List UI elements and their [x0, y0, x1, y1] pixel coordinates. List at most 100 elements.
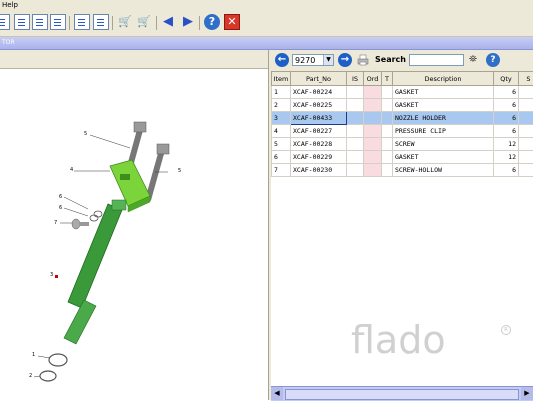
- column-header-t[interactable]: T: [382, 72, 393, 86]
- cart-remove-icon[interactable]: 🛒: [136, 14, 152, 30]
- menu-help[interactable]: Help: [2, 0, 18, 10]
- help-icon[interactable]: ?: [204, 14, 220, 30]
- printer-icon[interactable]: [357, 54, 369, 66]
- cell-description: GASKET: [393, 86, 494, 99]
- cell-is: [347, 112, 364, 125]
- catalog-select-value: 9270: [295, 55, 315, 66]
- callout-label: 5: [178, 168, 181, 174]
- cell-ord[interactable]: [364, 99, 382, 112]
- close-icon[interactable]: ✕: [224, 14, 240, 30]
- toolbar-separator: [199, 16, 200, 30]
- catalog-select[interactable]: 9270 ▼: [292, 54, 334, 66]
- table-row[interactable]: 6 XCAF-00229 GASKET 12: [272, 151, 533, 164]
- column-header-item[interactable]: Item: [272, 72, 291, 86]
- cell-part-no: XCAF-00229: [291, 151, 347, 164]
- cell-s: [519, 112, 533, 125]
- cell-ord[interactable]: [364, 112, 382, 125]
- cell-is: [347, 164, 364, 177]
- cell-item: 6: [272, 151, 291, 164]
- table-row[interactable]: 7 XCAF-00230 SCREW-HOLLOW 6: [272, 164, 533, 177]
- parts-table: Item Part_No IS Ord T Description Qty S …: [271, 71, 533, 177]
- cell-part-no: XCAF-00225: [291, 99, 347, 112]
- table-row[interactable]: 2 XCAF-00225 GASKET 6: [272, 99, 533, 112]
- menu-bar: Help: [0, 0, 533, 10]
- table-row[interactable]: 4 XCAF-00227 PRESSURE CLIP 6: [272, 125, 533, 138]
- cell-description: GASKET: [393, 99, 494, 112]
- cell-qty: 12: [494, 151, 519, 164]
- toolbar-separator: [69, 16, 70, 30]
- cell-s: [519, 86, 533, 99]
- forward-arrow-icon[interactable]: ▶: [180, 14, 196, 30]
- cell-is: [347, 86, 364, 99]
- table-row[interactable]: 1 XCAF-00224 GASKET 6: [272, 86, 533, 99]
- column-header-s[interactable]: S: [519, 72, 533, 86]
- scroll-left-icon[interactable]: ◀: [271, 387, 283, 400]
- checklist-icon[interactable]: [14, 14, 30, 30]
- parts-toolbar: ← 9270 ▼ → Search ⛯ ?: [271, 50, 533, 71]
- cell-ord[interactable]: [364, 164, 382, 177]
- cell-item: 5: [272, 138, 291, 151]
- binoculars-icon[interactable]: ⛯: [466, 53, 480, 67]
- cell-t: [382, 125, 393, 138]
- watermark-logo: flado: [351, 318, 446, 362]
- cell-s: [519, 164, 533, 177]
- cell-part-no: XCAF-00224: [291, 86, 347, 99]
- callout-label: 1: [32, 352, 35, 358]
- cell-is: [347, 125, 364, 138]
- chevron-down-icon[interactable]: ▼: [323, 55, 333, 65]
- next-arrow-icon[interactable]: →: [338, 53, 352, 67]
- cell-is: [347, 151, 364, 164]
- search-input[interactable]: [409, 54, 464, 66]
- cell-qty: 6: [494, 86, 519, 99]
- cell-description: PRESSURE CLIP: [393, 125, 494, 138]
- main-toolbar: 🛒 🛒 ◀ ▶ ? ✕: [0, 10, 533, 37]
- toolbar-separator: [156, 16, 157, 30]
- parts-pane: ← 9270 ▼ → Search ⛯ ? Item Part_No IS Or…: [271, 50, 533, 400]
- cell-ord[interactable]: [364, 125, 382, 138]
- table-row[interactable]: 5 XCAF-00228 SCREW 12: [272, 138, 533, 151]
- document-icon[interactable]: [0, 14, 10, 30]
- key-icon[interactable]: [93, 14, 109, 30]
- cell-item: 4: [272, 125, 291, 138]
- sort-icon[interactable]: [32, 14, 48, 30]
- dropdown-icon[interactable]: [50, 14, 66, 30]
- table-header-row: Item Part_No IS Ord T Description Qty S: [272, 72, 533, 86]
- column-header-is[interactable]: IS: [347, 72, 364, 86]
- search-key-icon[interactable]: [74, 14, 90, 30]
- back-arrow-icon[interactable]: ◀: [160, 14, 176, 30]
- cell-ord[interactable]: [364, 138, 382, 151]
- horizontal-scrollbar[interactable]: ◀ ▶: [271, 386, 533, 401]
- cell-qty: 6: [494, 125, 519, 138]
- prev-arrow-icon[interactable]: ←: [275, 53, 289, 67]
- scroll-right-icon[interactable]: ▶: [521, 387, 533, 400]
- window-title-bar: TOR: [0, 37, 533, 50]
- cell-t: [382, 86, 393, 99]
- cell-description: SCREW: [393, 138, 494, 151]
- gasket-1: [49, 354, 67, 366]
- cell-is: [347, 99, 364, 112]
- cell-t: [382, 138, 393, 151]
- cell-s: [519, 151, 533, 164]
- column-header-ord[interactable]: Ord: [364, 72, 382, 86]
- hollow-screw-7: [72, 219, 89, 229]
- cell-s: [519, 138, 533, 151]
- cell-description: SCREW-HOLLOW: [393, 164, 494, 177]
- cell-s: [519, 99, 533, 112]
- table-row-selected[interactable]: 3 XCAF-00433 NOZZLE HOLDER 6: [272, 112, 533, 125]
- callout-label: 3: [50, 272, 53, 278]
- cart-add-icon[interactable]: 🛒: [117, 14, 133, 30]
- window-title: TOR: [2, 37, 15, 49]
- callout-marker-3: [55, 275, 58, 278]
- cell-ord[interactable]: [364, 151, 382, 164]
- column-header-part-no[interactable]: Part_No: [291, 72, 347, 86]
- exploded-parts-diagram: [0, 68, 268, 398]
- column-header-description[interactable]: Description: [393, 72, 494, 86]
- cell-part-no: XCAF-00227: [291, 125, 347, 138]
- column-header-qty[interactable]: Qty: [494, 72, 519, 86]
- cell-ord[interactable]: [364, 86, 382, 99]
- help-icon[interactable]: ?: [486, 53, 500, 67]
- scrollbar-thumb[interactable]: [285, 389, 519, 400]
- cell-item: 7: [272, 164, 291, 177]
- cell-part-no: XCAF-00228: [291, 138, 347, 151]
- cell-t: [382, 99, 393, 112]
